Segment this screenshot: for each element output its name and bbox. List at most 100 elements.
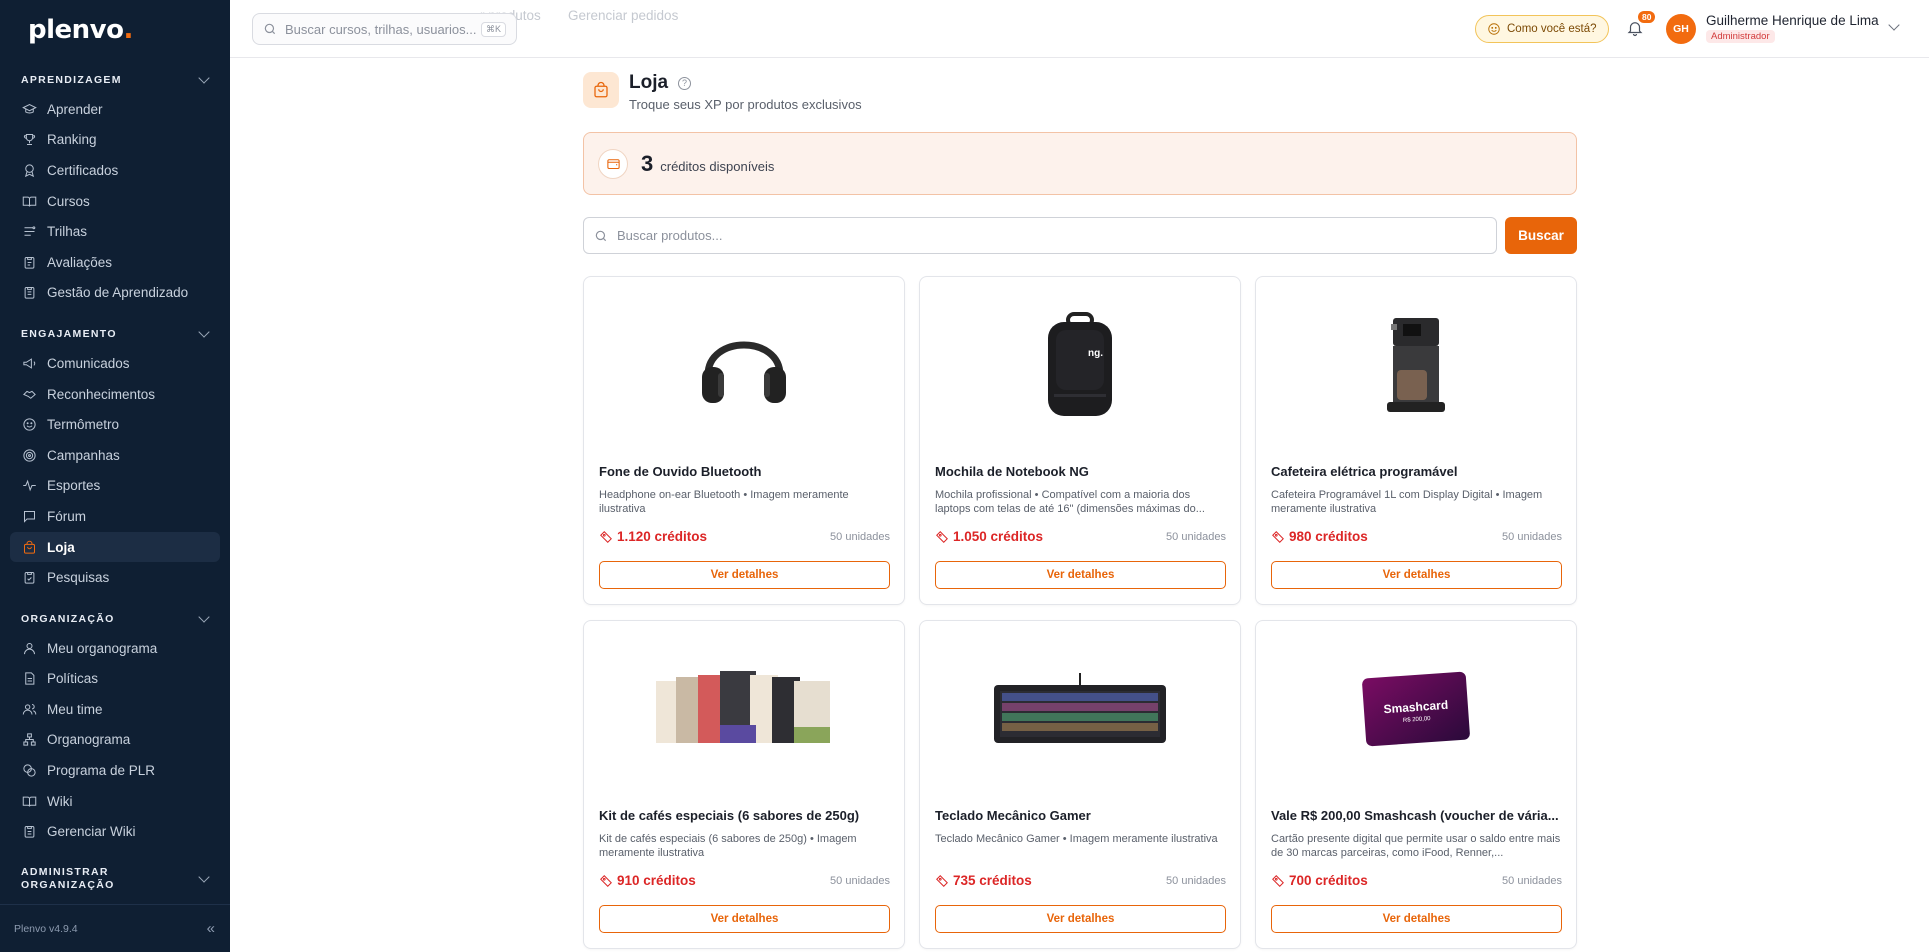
ticket-icon [936, 874, 948, 887]
search-icon [264, 23, 276, 35]
sidebar-item-gerenciar-wiki[interactable]: Gerenciar Wiki [0, 816, 220, 847]
product-card[interactable]: Fone de Ouvido Bluetooth Headphone on-ea… [583, 276, 905, 605]
product-description: Cafeteira Programável 1L com Display Dig… [1271, 489, 1543, 515]
sidebar-item-label: Gerenciar Wiki [47, 824, 136, 840]
sidebar-item-avaliacoes[interactable]: Avaliações [0, 247, 220, 278]
page-title: Loja [629, 72, 669, 93]
section-title: APRENDIZAGEM [21, 74, 122, 86]
product-price: 1.050 créditos [935, 529, 1043, 544]
product-description: Kit de cafés especiais (6 sabores de 250… [599, 833, 857, 859]
credits-banner: 3 créditos disponíveis [583, 132, 1577, 195]
product-card[interactable]: Cafeteira elétrica programável Cafeteira… [1255, 276, 1577, 605]
sidebar-item-aprender[interactable]: Aprender [0, 94, 220, 125]
sidebar-item-gestao-aprendizado[interactable]: Gestão de Aprendizado [0, 278, 220, 309]
section-aprendizagem: APRENDIZAGEM Aprender Ranking Certificad… [0, 66, 230, 308]
ticket-icon [1272, 874, 1284, 887]
plenvo-logo[interactable]: plenvo. [28, 15, 133, 45]
product-card[interactable]: Smashcard R$ 200,00 Vale R$ 200,00 Smashc… [1255, 620, 1577, 949]
product-title: Cafeteira elétrica programável [1271, 464, 1458, 479]
mood-label: Como você está? [1507, 23, 1597, 35]
product-grid: Fone de Ouvido Bluetooth Headphone on-ea… [583, 276, 1577, 949]
route-icon [21, 224, 37, 240]
global-search-input[interactable]: Buscar cursos, trilhas, usuarios... ⌘K [252, 13, 517, 45]
view-details-button[interactable]: Ver detalhes [599, 905, 890, 933]
sidebar-item-esportes[interactable]: Esportes [0, 471, 220, 502]
sidebar-item-programa-plr[interactable]: Programa de PLR [0, 755, 220, 786]
product-title: Teclado Mecânico Gamer [935, 808, 1091, 823]
view-details-button[interactable]: Ver detalhes [935, 561, 1226, 589]
sidebar-item-trilhas[interactable]: Trilhas [0, 216, 220, 247]
ticket-icon [600, 530, 612, 543]
notifications-button[interactable]: 80 [1626, 11, 1656, 42]
product-price: 980 créditos [1271, 529, 1368, 544]
sidebar-item-organograma[interactable]: Organograma [0, 725, 220, 756]
sidebar-item-wiki[interactable]: Wiki [0, 786, 220, 817]
help-icon[interactable]: ? [678, 76, 692, 90]
file-text-icon [21, 671, 37, 687]
sidebar-item-label: Gestão de Aprendizado [47, 285, 189, 301]
sidebar-item-politicas[interactable]: Políticas [0, 664, 220, 695]
smile-icon [21, 417, 37, 433]
book-open-icon [21, 193, 37, 209]
mood-button[interactable]: Como você está? [1475, 15, 1609, 43]
sidebar-item-label: Organograma [47, 732, 131, 748]
search-button[interactable]: Buscar [1505, 217, 1577, 254]
product-description: Teclado Mecânico Gamer • Imagem merament… [935, 833, 1218, 845]
shopping-bag-icon [21, 539, 37, 555]
user-role-badge: Administrador [1706, 30, 1775, 43]
product-card[interactable]: Teclado Mecânico Gamer Teclado Mecânico … [919, 620, 1241, 949]
ticket-icon [600, 874, 612, 887]
view-details-button[interactable]: Ver detalhes [935, 905, 1226, 933]
product-price-value: 910 créditos [617, 873, 696, 888]
view-details-button[interactable]: Ver detalhes [1271, 905, 1562, 933]
product-search-input[interactable]: Buscar produtos... [583, 217, 1497, 254]
gift-card-image: Smashcard R$ 200,00 [1256, 621, 1576, 796]
ticket-icon [1272, 530, 1284, 543]
sidebar-item-reconhecimentos[interactable]: Reconhecimentos [0, 379, 220, 410]
sidebar-item-forum[interactable]: Fórum [0, 501, 220, 532]
product-card[interactable]: ng. Mochila de Notebook NG Mochila profi… [919, 276, 1241, 605]
chevron-down-icon [198, 871, 210, 883]
credits-value: 3 [641, 150, 654, 176]
sidebar-item-meu-time[interactable]: Meu time [0, 694, 220, 725]
ghost-tab-gerenciar-pedidos: Gerenciar pedidos [568, 8, 679, 23]
search-icon [595, 230, 607, 241]
user-menu-chevron-icon[interactable] [1888, 19, 1900, 31]
product-units: 50 unidades [1502, 531, 1562, 543]
sidebar-item-label: Campanhas [47, 447, 120, 463]
sidebar-item-pesquisas[interactable]: Pesquisas [0, 562, 220, 593]
collapse-sidebar-icon[interactable]: « [207, 920, 216, 937]
product-units: 50 unidades [830, 875, 890, 887]
user-icon [21, 640, 37, 656]
sidebar-item-certificados[interactable]: Certificados [0, 155, 220, 186]
product-price: 910 créditos [599, 873, 696, 888]
sidebar-item-ranking[interactable]: Ranking [0, 125, 220, 156]
product-description: Mochila profissional • Compatível com a … [935, 489, 1205, 515]
backpack-brand-text: ng. [1088, 348, 1103, 359]
product-search-row: Buscar produtos... Buscar [583, 217, 1577, 254]
section-organizacao: ORGANIZAÇÃO Meu organograma Políticas Me… [0, 605, 230, 847]
view-details-button[interactable]: Ver detalhes [1271, 561, 1562, 589]
sidebar-item-label: Reconhecimentos [47, 386, 156, 402]
sidebar-item-cursos[interactable]: Cursos [0, 186, 220, 217]
sidebar-item-loja[interactable]: Loja [10, 531, 220, 563]
sidebar-item-meu-organograma[interactable]: Meu organograma [0, 633, 220, 664]
user-name[interactable]: Guilherme Henrique de Lima [1706, 13, 1879, 28]
section-header[interactable]: APRENDIZAGEM [0, 66, 230, 94]
section-header[interactable]: ORGANIZAÇÃO [0, 605, 230, 633]
view-details-button[interactable]: Ver detalhes [599, 561, 890, 589]
avatar[interactable]: GH [1666, 14, 1696, 44]
sidebar-footer: Plenvo v4.9.4 « [0, 904, 230, 952]
section-administrar-organizacao[interactable]: ADMINISTRAR ORGANIZAÇÃO [0, 859, 230, 897]
chevron-down-icon [198, 72, 210, 84]
sidebar-item-termometro[interactable]: Termômetro [0, 409, 220, 440]
search-shortcut-badge: ⌘K [480, 21, 506, 37]
page-header: Loja? Troque seus XP por produtos exclus… [583, 72, 1577, 112]
sidebar-item-comunicados[interactable]: Comunicados [0, 348, 220, 379]
product-card[interactable]: Kit de cafés especiais (6 sabores de 250… [583, 620, 905, 949]
section-title: ORGANIZAÇÃO [21, 612, 115, 625]
section-header[interactable]: ENGAJAMENTO [0, 320, 230, 348]
sidebar-item-campanhas[interactable]: Campanhas [0, 440, 220, 471]
product-description: Cartão presente digital que permite usar… [1271, 833, 1561, 859]
product-price-value: 1.050 créditos [953, 529, 1044, 544]
